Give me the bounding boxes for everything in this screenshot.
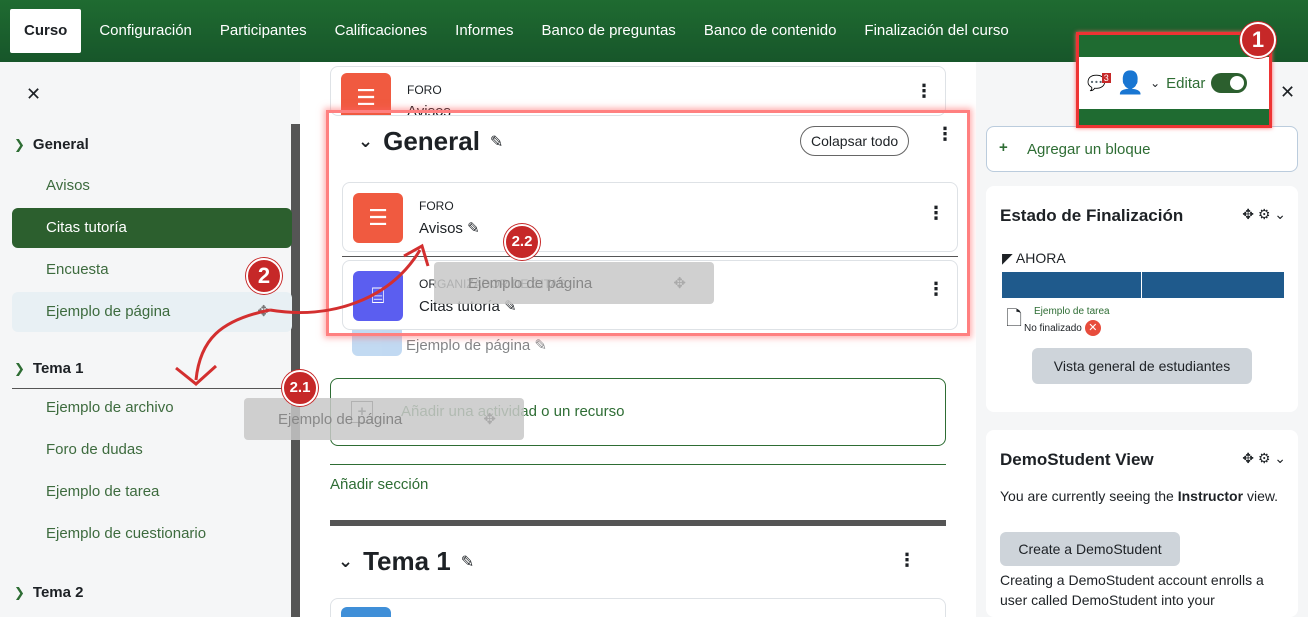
annotation-arrows [175, 243, 430, 386]
